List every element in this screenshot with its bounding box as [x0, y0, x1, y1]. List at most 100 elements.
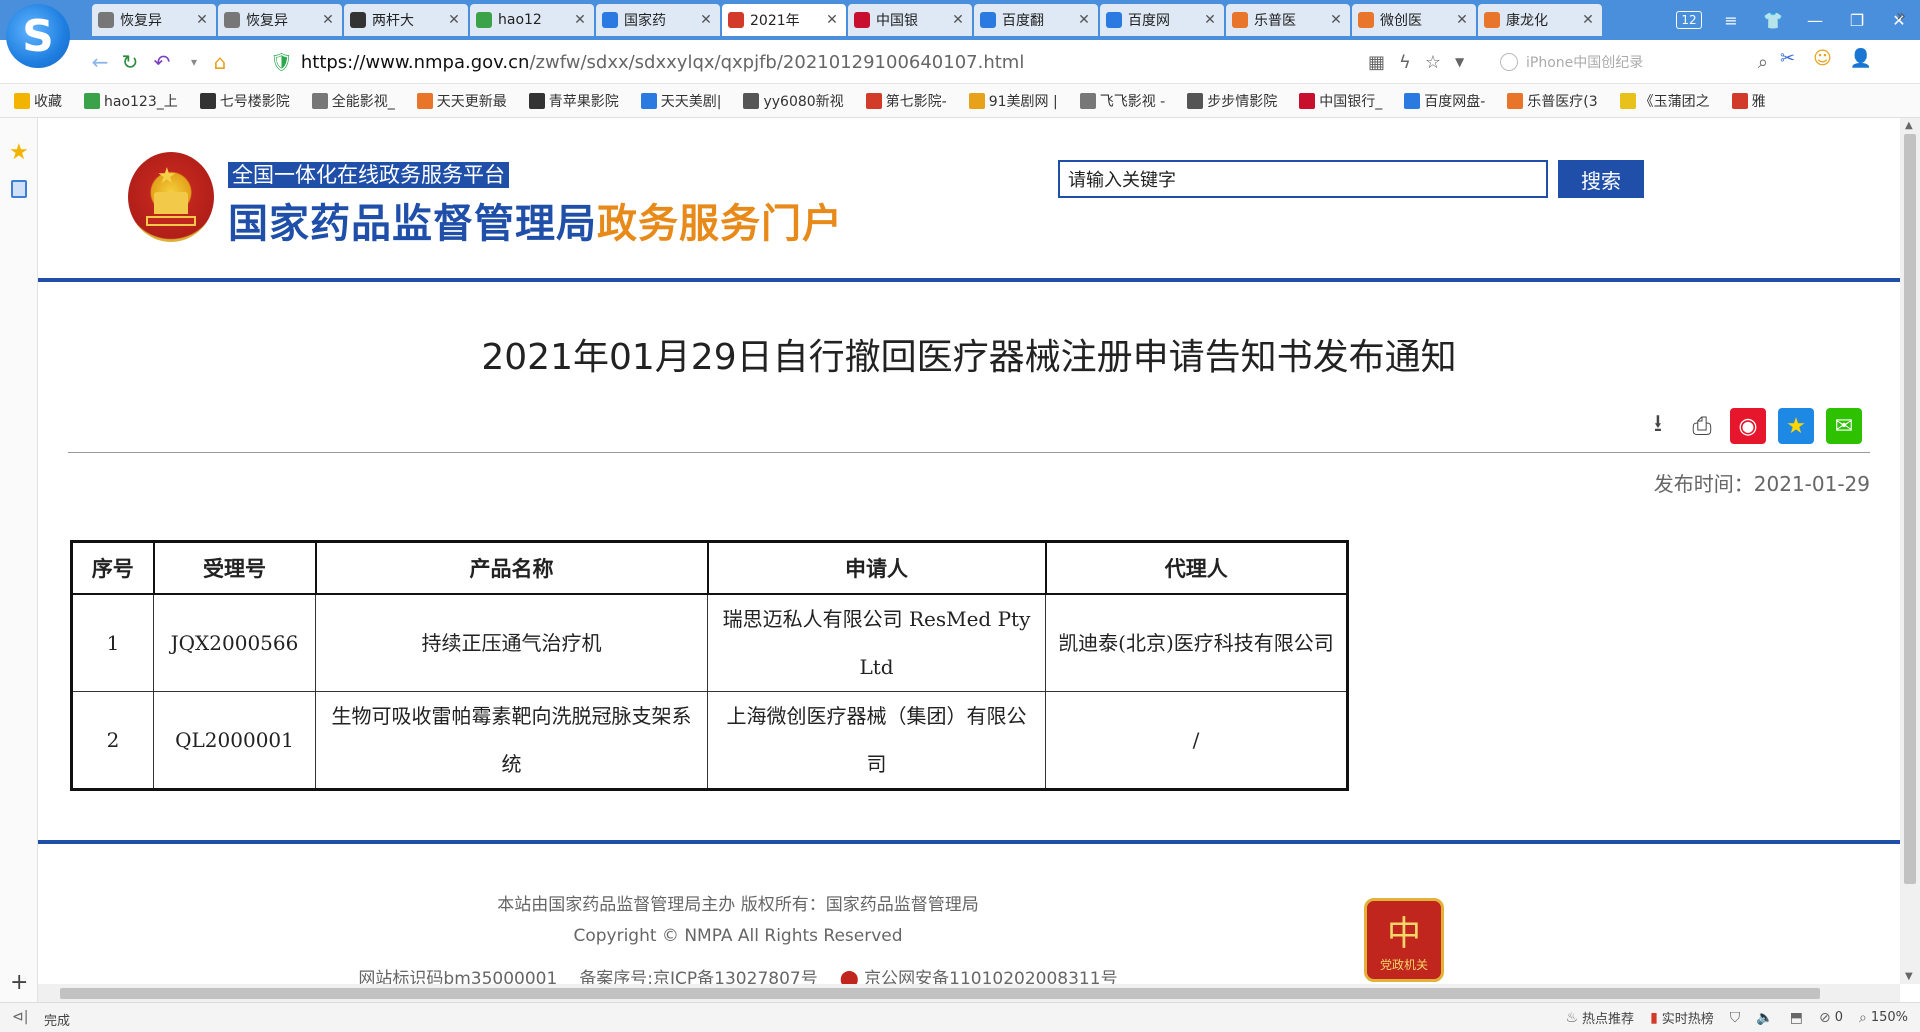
scroll-down-icon[interactable]: ▼ — [1905, 971, 1913, 982]
download-manager-button[interactable]: ⬒ — [1790, 1010, 1803, 1026]
vertical-scroll-thumb[interactable] — [1904, 134, 1916, 884]
browser-tab[interactable]: hao12 ✕ — [470, 4, 594, 36]
bookmark-item[interactable]: 青苹果影院 — [528, 91, 619, 111]
tab-count-button[interactable]: 12 — [1668, 0, 1710, 40]
tab-close-icon[interactable]: ✕ — [194, 12, 210, 28]
site-search-button[interactable]: 搜索 — [1558, 160, 1644, 198]
horizontal-scrollbar[interactable] — [38, 984, 1900, 1002]
lightning-icon[interactable]: ϟ — [1399, 52, 1411, 73]
browser-tab[interactable]: 2021年 ✕ — [722, 4, 846, 36]
url-field[interactable]: 🛡 https://www.nmpa.gov.cn/zwfw/sdxx/sdxx… — [270, 46, 1470, 78]
bookmark-item[interactable]: 天天美剧| — [640, 91, 721, 111]
shield-button[interactable]: ⛉ — [1730, 1010, 1741, 1026]
print-icon[interactable]: ⎙ — [1686, 410, 1718, 442]
bookmark-favicon-icon — [865, 92, 882, 109]
browser-tab[interactable]: 中国银 ✕ — [848, 4, 972, 36]
tab-close-icon[interactable]: ✕ — [572, 12, 588, 28]
sound-button[interactable]: 🔈 — [1756, 1010, 1773, 1026]
bookmark-item[interactable]: yy6080新视 — [743, 91, 844, 111]
refresh-icon[interactable]: ↻ — [116, 48, 144, 76]
browser-tab[interactable]: 乐普医 ✕ — [1226, 4, 1350, 36]
zoom-control[interactable]: ⌕ 150% — [1859, 1010, 1908, 1026]
user-icon[interactable]: 👤 — [1850, 48, 1872, 69]
menu-icon[interactable]: ≡ — [1710, 0, 1752, 40]
bookmark-item[interactable]: 全能影视_ — [311, 91, 395, 111]
bookmark-item[interactable]: 步步情影院 — [1187, 91, 1277, 111]
browser-tab[interactable]: 恢复异 ✕ — [218, 4, 342, 36]
site-search-input[interactable] — [1058, 160, 1548, 198]
bookmark-label: 雅 — [1751, 93, 1766, 110]
bookmarks-more-icon[interactable]: » — [1896, 6, 1906, 25]
scissors-icon[interactable]: ✂ — [1780, 48, 1795, 69]
browser-tab[interactable]: 百度网 ✕ — [1100, 4, 1224, 36]
search-engine-icon[interactable] — [1500, 53, 1518, 71]
download-tray-icon: ⬒ — [1789, 1009, 1803, 1026]
favorite-star-icon[interactable]: ☆ — [1425, 52, 1441, 73]
bookmark-item[interactable]: 《玉蒲团之 — [1619, 91, 1710, 111]
browser-logo-icon[interactable]: S — [6, 4, 70, 68]
tab-close-icon[interactable]: ✕ — [1202, 12, 1218, 28]
reading-list-icon[interactable] — [11, 180, 27, 198]
tab-close-icon[interactable]: ✕ — [1580, 12, 1596, 28]
footer-icp-link[interactable]: 备案序号:京ICP备13027807号 — [579, 964, 817, 984]
browser-tab[interactable]: 微创医 ✕ — [1352, 4, 1476, 36]
tab-close-icon[interactable]: ✕ — [698, 12, 714, 28]
favorites-star-icon[interactable]: ★ — [9, 140, 29, 165]
search-icon[interactable]: ⌕ — [1758, 52, 1768, 73]
qzone-star-icon[interactable]: ★ — [1778, 408, 1814, 444]
vertical-scrollbar[interactable]: ▲ ▼ — [1900, 118, 1920, 984]
bookmark-item[interactable]: 91美剧网 | — [968, 91, 1058, 111]
ad-block-counter[interactable]: ⊘ 0 — [1819, 1010, 1843, 1026]
add-sidebar-icon[interactable]: + — [10, 970, 28, 995]
browser-tab[interactable]: 恢复异 ✕ — [92, 4, 216, 36]
tab-close-icon[interactable]: ✕ — [950, 12, 966, 28]
realtime-hot-button[interactable]: ▮ 实时热榜 — [1650, 1008, 1714, 1028]
bookmark-item[interactable]: 中国银行_ — [1299, 91, 1382, 111]
weibo-icon[interactable]: ◉ — [1730, 408, 1766, 444]
platform-label[interactable]: 全国一体化在线政务服务平台 — [228, 162, 509, 188]
undo-close-icon[interactable]: ↶ — [148, 48, 176, 76]
site-title[interactable]: 国家药品监督管理局政务服务门户 — [228, 196, 843, 252]
tab-close-icon[interactable]: ✕ — [1454, 12, 1470, 28]
footer-police-link[interactable]: ⬤ 京公网安备11010202008311号 — [840, 964, 1118, 984]
browser-tab[interactable]: 两杆大 ✕ — [344, 4, 468, 36]
wechat-icon[interactable]: ✉ — [1826, 408, 1862, 444]
table-row: 1 JQX2000566 持续正压通气治疗机 瑞思迈私人有限公司 ResMed … — [71, 593, 1348, 692]
horizontal-scroll-thumb[interactable] — [60, 988, 1820, 999]
bookmark-item[interactable]: 雅 — [1731, 91, 1766, 111]
bookmark-item[interactable]: 第七影院- — [865, 91, 947, 111]
maximize-icon[interactable]: ❐ — [1836, 0, 1878, 40]
bookmark-item[interactable]: 天天更新最 — [416, 91, 507, 111]
browser-search-field[interactable]: iPhone中国创纪录 ⌕ — [1500, 48, 1768, 76]
browser-tab[interactable]: 百度翻 ✕ — [974, 4, 1098, 36]
download-icon[interactable]: ⭳ — [1642, 409, 1674, 442]
hot-recommend-button[interactable]: ♨ 热点推荐 — [1565, 1008, 1634, 1028]
status-panel-icon[interactable]: ⊲| — [12, 1009, 28, 1025]
skin-icon[interactable]: 👕 — [1752, 0, 1794, 40]
address-dropdown-icon[interactable]: ▼ — [1455, 55, 1464, 69]
home-icon[interactable]: ⌂ — [206, 48, 234, 76]
tab-close-icon[interactable]: ✕ — [320, 12, 336, 28]
gov-organ-badge[interactable]: 中 党政机关 — [1364, 898, 1444, 982]
bookmark-item[interactable]: 七号楼影院 — [199, 91, 290, 111]
tab-close-icon[interactable]: ✕ — [1328, 12, 1344, 28]
qr-code-icon[interactable]: ▦ — [1368, 52, 1385, 73]
bookmark-item[interactable]: 收藏 — [14, 91, 62, 111]
footer-copyright: Copyright © NMPA All Rights Reserved — [573, 926, 903, 946]
minimize-icon[interactable]: — — [1794, 0, 1836, 40]
national-emblem-logo[interactable]: ★ — [128, 152, 214, 242]
undo-dropdown-icon[interactable]: ▾ — [180, 48, 208, 76]
tab-favicon-icon — [854, 12, 870, 28]
bookmark-item[interactable]: 飞飞影视 - — [1079, 91, 1165, 111]
browser-tab[interactable]: 国家药 ✕ — [596, 4, 720, 36]
bookmark-item[interactable]: 乐普医疗(3 — [1507, 91, 1598, 111]
tab-close-icon[interactable]: ✕ — [1076, 12, 1092, 28]
smile-icon[interactable]: ☺ — [1813, 48, 1832, 69]
back-icon[interactable]: ← — [86, 48, 114, 76]
tab-close-icon[interactable]: ✕ — [824, 12, 840, 28]
tab-close-icon[interactable]: ✕ — [446, 12, 462, 28]
scroll-up-icon[interactable]: ▲ — [1905, 120, 1913, 131]
browser-tab[interactable]: 康龙化 ✕ — [1478, 4, 1602, 36]
bookmark-item[interactable]: hao123_上 — [84, 91, 178, 111]
bookmark-item[interactable]: 百度网盘- — [1404, 91, 1485, 111]
